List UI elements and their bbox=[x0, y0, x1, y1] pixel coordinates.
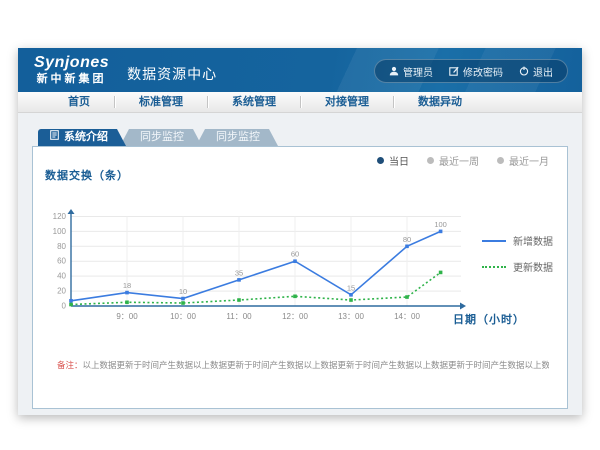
nav-item-interfacing[interactable]: 对接管理 bbox=[301, 92, 393, 112]
svg-text:20: 20 bbox=[57, 287, 66, 296]
chart-panel: 当日 最近一周 最近一月 数据交换（条） 0 20 40 60 80 100 120 9：00… bbox=[32, 146, 568, 409]
logout-label: 退出 bbox=[533, 64, 553, 79]
footnote-prefix: 备注： bbox=[57, 360, 83, 370]
user-icon bbox=[389, 66, 399, 76]
power-icon bbox=[519, 66, 529, 76]
tab-bar: 系统介绍 同步监控 同步监控 bbox=[38, 129, 568, 146]
app-header: Synjones 新中新集团 数据资源中心 管理员 修改密码 bbox=[18, 48, 582, 92]
logo-text-cn: 新中新集团 bbox=[34, 74, 109, 85]
document-icon bbox=[50, 129, 59, 146]
series-legend: 新增数据 更新数据 bbox=[482, 233, 553, 274]
svg-text:15: 15 bbox=[347, 283, 355, 292]
tab-label: 同步监控 bbox=[216, 129, 260, 146]
svg-text:35: 35 bbox=[235, 268, 243, 277]
svg-text:9：00: 9：00 bbox=[116, 312, 138, 321]
tab-label: 系统介绍 bbox=[64, 129, 108, 146]
svg-text:80: 80 bbox=[403, 235, 411, 244]
svg-text:60: 60 bbox=[291, 250, 299, 259]
nav-item-data-changes[interactable]: 数据异动 bbox=[394, 92, 486, 112]
radio-dot-icon bbox=[427, 157, 434, 164]
nav-item-system[interactable]: 系统管理 bbox=[208, 92, 300, 112]
nav-item-home[interactable]: 首页 bbox=[44, 92, 114, 112]
edit-icon bbox=[449, 66, 459, 76]
change-password-button[interactable]: 修改密码 bbox=[449, 64, 503, 79]
radio-dot-icon bbox=[497, 157, 504, 164]
svg-text:13：00: 13：00 bbox=[338, 312, 364, 321]
svg-text:14：00: 14：00 bbox=[394, 312, 420, 321]
svg-text:100: 100 bbox=[434, 220, 447, 229]
svg-text:60: 60 bbox=[57, 257, 66, 266]
range-option-label: 最近一月 bbox=[509, 153, 549, 168]
current-user-label: 管理员 bbox=[403, 64, 433, 79]
main-nav: 首页 标准管理 系统管理 对接管理 数据异动 bbox=[18, 92, 582, 113]
nav-item-standards[interactable]: 标准管理 bbox=[115, 92, 207, 112]
tab-label: 同步监控 bbox=[140, 129, 184, 146]
svg-text:120: 120 bbox=[53, 212, 67, 221]
legend-label: 更新数据 bbox=[513, 259, 553, 274]
footnote-body: 以上数据更新于时间产生数据以上数据更新于时间产生数据以上数据更新于时间产生数据以… bbox=[83, 360, 549, 370]
legend-item-updated-data: 更新数据 bbox=[482, 259, 553, 274]
chart-svg: 0 20 40 60 80 100 120 9：00 10：00 11：00 12：00 13：00 1… bbox=[41, 203, 491, 331]
legend-item-new-data: 新增数据 bbox=[482, 233, 553, 248]
range-option-label: 最近一周 bbox=[439, 153, 479, 168]
legend-label: 新增数据 bbox=[513, 233, 553, 248]
radio-dot-icon bbox=[377, 157, 384, 164]
solid-line-swatch-icon bbox=[482, 240, 506, 242]
time-range-filter: 当日 最近一周 最近一月 bbox=[377, 153, 549, 168]
app-window: Synjones 新中新集团 数据资源中心 管理员 修改密码 bbox=[18, 48, 582, 415]
content-area: 系统介绍 同步监控 同步监控 当日 最近一周 bbox=[18, 113, 582, 415]
svg-text:11：00: 11：00 bbox=[226, 312, 252, 321]
tab-sync-monitor-1[interactable]: 同步监控 bbox=[120, 129, 202, 146]
footnote: 备注：以上数据更新于时间产生数据以上数据更新于时间产生数据以上数据更新于时间产生… bbox=[57, 359, 549, 371]
tab-system-intro[interactable]: 系统介绍 bbox=[38, 129, 126, 146]
logo-text-en: Synjones bbox=[34, 55, 109, 71]
range-option-label: 当日 bbox=[389, 153, 409, 168]
line-chart: 0 20 40 60 80 100 120 9：00 10：00 11：00 12：00 13：00 1… bbox=[41, 203, 491, 331]
range-option-today[interactable]: 当日 bbox=[377, 153, 409, 168]
svg-text:10：00: 10：00 bbox=[170, 312, 196, 321]
tab-sync-monitor-2[interactable]: 同步监控 bbox=[196, 129, 278, 146]
svg-text:100: 100 bbox=[53, 227, 67, 236]
current-user[interactable]: 管理员 bbox=[389, 64, 433, 79]
svg-text:0: 0 bbox=[62, 302, 67, 311]
svg-text:18: 18 bbox=[123, 281, 131, 290]
user-toolbar: 管理员 修改密码 退出 bbox=[374, 59, 568, 83]
range-option-last-month[interactable]: 最近一月 bbox=[497, 153, 549, 168]
svg-text:80: 80 bbox=[57, 242, 66, 251]
company-logo: Synjones 新中新集团 bbox=[34, 55, 109, 85]
svg-text:12：00: 12：00 bbox=[282, 312, 308, 321]
svg-text:10: 10 bbox=[179, 287, 187, 296]
range-option-last-week[interactable]: 最近一周 bbox=[427, 153, 479, 168]
y-axis-title: 数据交换（条） bbox=[45, 167, 129, 183]
page: Synjones 新中新集团 数据资源中心 管理员 修改密码 bbox=[0, 0, 600, 450]
page-title: 数据资源中心 bbox=[127, 64, 217, 84]
logout-button[interactable]: 退出 bbox=[519, 64, 553, 79]
dotted-line-swatch-icon bbox=[482, 266, 506, 268]
change-password-label: 修改密码 bbox=[463, 64, 503, 79]
svg-text:40: 40 bbox=[57, 272, 66, 281]
x-axis-title: 日期（小时） bbox=[453, 311, 525, 327]
